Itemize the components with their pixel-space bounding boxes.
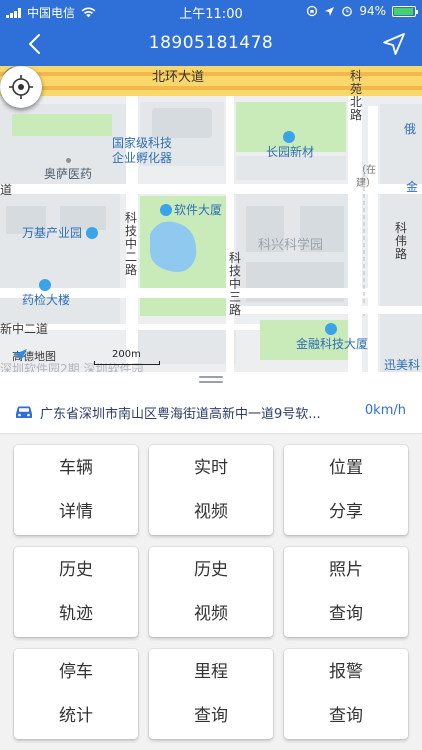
road-label-xin-zhong-er: 新中二道 [0, 322, 49, 336]
poi-wanji-label: 万基产业园 [22, 226, 83, 240]
nav-header: 18905181478 [0, 22, 422, 66]
road-label-north-ring: 北环大道 [152, 70, 205, 85]
map-scale-bar [94, 361, 160, 365]
tile-label-line2: 分享 [329, 502, 363, 522]
photo-query-button[interactable]: 照片 查询 [284, 547, 408, 637]
tile-label-line1: 车辆 [59, 458, 93, 478]
road-label-keji-zhong-er: 科技中二路 [124, 211, 137, 277]
page-title: 18905181478 [148, 33, 274, 53]
map-scale-label: 200m [112, 349, 141, 360]
poi-e-prefix: 俄 [404, 122, 417, 136]
road-label-kewei: 科伟路 [394, 221, 407, 261]
history-video-button[interactable]: 历史 视频 [149, 547, 273, 637]
locate-button[interactable] [0, 66, 42, 108]
live-video-button[interactable]: 实时 视频 [149, 445, 273, 535]
poi-changyuan: 长园新材 [266, 130, 314, 160]
road-label-kehua-north: 科苑北路 [349, 69, 362, 122]
dot-icon [65, 158, 71, 163]
rotation-lock-icon [307, 5, 318, 17]
poi-changyuan-label: 长园新材 [266, 145, 315, 159]
battery-percent: 94% [359, 4, 386, 18]
speed-value: 0km/h [364, 403, 406, 418]
drag-handle-icon [199, 376, 223, 386]
road-label-under-construction: （在建） [356, 165, 376, 189]
poi-incubator-line2: 企业孵化器 [112, 151, 173, 165]
alarm-query-button[interactable]: 报警 查询 [284, 649, 408, 739]
parking-stats-button[interactable]: 停车 统计 [14, 649, 138, 739]
tile-label-line1: 位置 [329, 458, 363, 478]
location-arrow-icon [325, 6, 335, 16]
building-icon [283, 131, 295, 143]
address-row: 广东省深圳市南山区粤海街道高新中一道9号软... 0km/h [0, 390, 422, 434]
history-track-button[interactable]: 历史 轨迹 [14, 547, 138, 637]
tile-label-line2: 查询 [194, 706, 228, 726]
poi-jin-prefix: 金 [406, 180, 419, 194]
tile-label-line1: 历史 [194, 560, 228, 580]
navigation-button[interactable] [380, 30, 408, 58]
tile-label-line2: 查询 [329, 604, 363, 624]
map-view[interactable]: 北环大道 科苑北路 科技中二路 科技中三路 新中二道 （在建） 科伟路 道 国家… [0, 66, 422, 372]
poi-software-building-label: 软件大厦 [174, 203, 223, 217]
poi-finance: 金融科技大厦 [296, 322, 368, 352]
tile-label-line1: 历史 [59, 560, 93, 580]
battery-icon [392, 5, 418, 17]
building-icon [160, 204, 172, 216]
tile-label-line2: 统计 [59, 706, 93, 726]
tile-label-line2: 详情 [59, 502, 93, 522]
map-logo: 高德地图 [12, 348, 56, 364]
poi-kexing: 科兴科学园 [258, 238, 324, 253]
amap-logo-icon [13, 349, 27, 361]
poi-incubator: 国家级科技 企业孵化器 [112, 136, 172, 166]
building-icon [85, 227, 98, 239]
poi-yaojian: 药检大楼 [22, 278, 70, 308]
poi-incubator-line1: 国家级科技 [112, 136, 173, 150]
poi-wanji: 万基产业园 [22, 226, 100, 241]
car-icon [16, 406, 32, 418]
poi-finance-label: 金融科技大厦 [296, 337, 369, 351]
tile-label-line1: 停车 [59, 662, 93, 682]
vehicle-details-button[interactable]: 车辆 详情 [14, 445, 138, 535]
tile-label-line1: 实时 [194, 458, 228, 478]
poi-aosa: 奥萨医药 [44, 152, 92, 182]
poi-xunmei: 迅美科 [384, 358, 421, 372]
tile-label-line2: 视频 [194, 502, 228, 522]
poi-software-building: 软件大厦 [160, 203, 222, 218]
tile-label-line2: 查询 [329, 706, 363, 726]
poi-aosa-label: 奥萨医药 [44, 167, 93, 181]
map-scale: 200m [94, 349, 160, 365]
battery-fill [394, 7, 413, 15]
road-label-left-dao: 道 [0, 183, 13, 197]
tile-label-line2: 视频 [194, 604, 228, 624]
road-label-keji-zhong-san: 科技中三路 [228, 251, 241, 317]
drawer-handle[interactable] [0, 372, 422, 390]
tile-label-line1: 里程 [194, 662, 228, 682]
building-icon [39, 279, 51, 291]
mileage-query-button[interactable]: 里程 查询 [149, 649, 273, 739]
alarm-icon [342, 6, 353, 17]
tile-label-line2: 轨迹 [59, 604, 93, 624]
poi-yaojian-label: 药检大楼 [22, 293, 71, 307]
tile-label-line1: 照片 [329, 560, 363, 580]
address-text: 广东省深圳市南山区粤海街道高新中一道9号软... [40, 407, 321, 422]
function-grid: 车辆 详情 实时 视频 位置 分享 历史 轨迹 历史 视频 照片 查询 停车 统计 里程 查询 … [0, 434, 422, 750]
tile-label-line1: 报警 [329, 662, 363, 682]
status-bar: 中国电信 上午11:00 94% [0, 0, 422, 22]
top-bar: 中国电信 上午11:00 94% 18905181478 [0, 0, 422, 66]
building-icon [325, 323, 337, 335]
location-share-button[interactable]: 位置 分享 [284, 445, 408, 535]
